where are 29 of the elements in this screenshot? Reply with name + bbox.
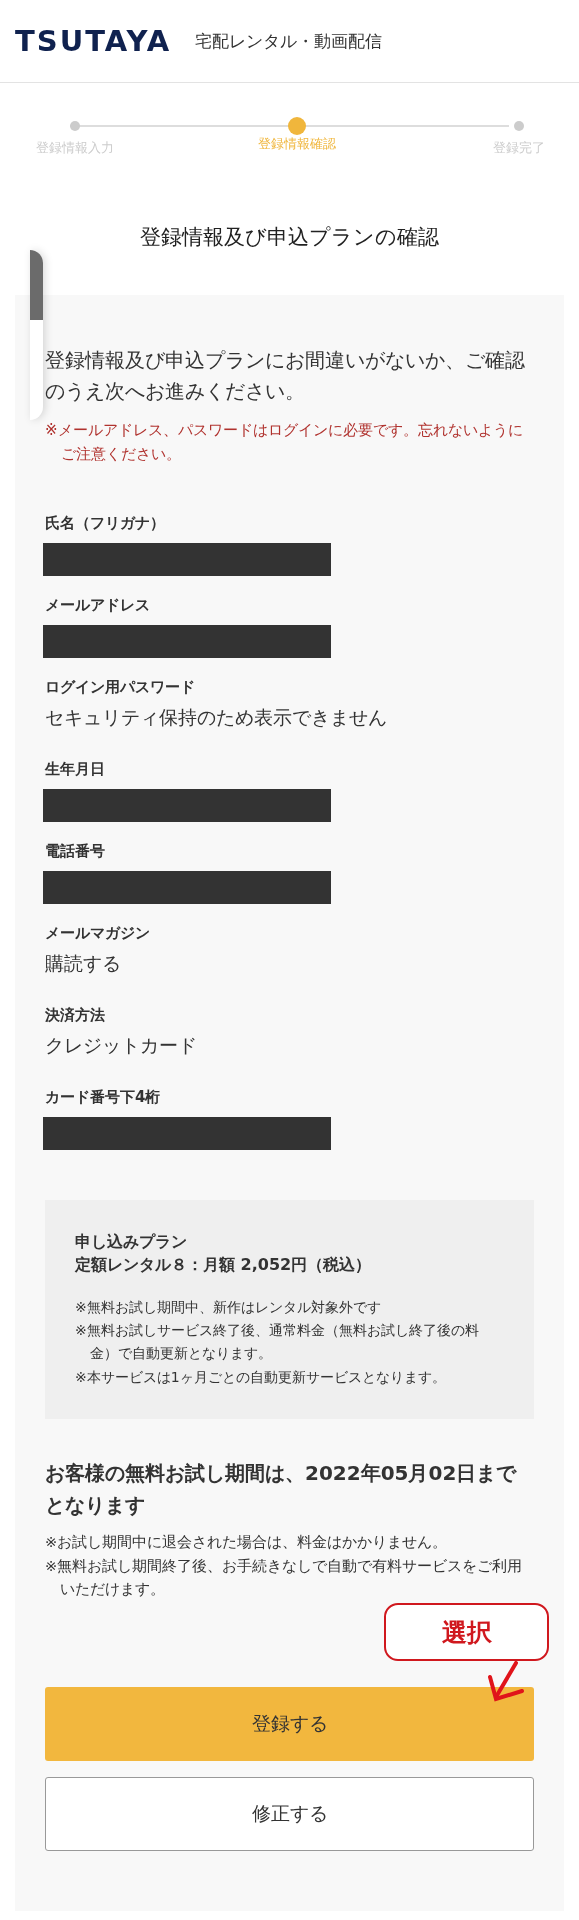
logo[interactable]: TSUTAYA: [15, 24, 172, 58]
trial-note: ※お試し期間中に退会された場合は、料金はかかりません。: [45, 1532, 449, 1552]
field-value: 購読する: [45, 951, 121, 974]
step-label: 登録情報確認: [258, 135, 336, 153]
page-title: 登録情報及び申込プランの確認: [139, 224, 440, 251]
field-value: セキュリティ保持のため表示できません: [45, 705, 387, 728]
plan-note: ※無料お試しサービス終了後、通常料金（無料お試し終了後の料金）で自動更新となります。: [75, 1321, 480, 1364]
register-button[interactable]: 登録する: [45, 1687, 534, 1762]
field-value: クレジットカード: [45, 1033, 197, 1056]
field-label: カード番号下4桁: [45, 1087, 162, 1107]
plan-note: ※本サービスは1ヶ月ごとの自動更新サービスとなります。: [75, 1367, 447, 1387]
site-subtitle: 宅配レンタル・動画配信: [195, 29, 383, 53]
plan-note: ※無料お試し期間中、新作はレンタル対象外です: [75, 1298, 382, 1318]
annotation-callout: 選択: [384, 1603, 549, 1662]
plan-heading: 申し込みプラン: [75, 1230, 188, 1253]
field-label: ログイン用パスワード: [45, 677, 196, 697]
side-panel-handle[interactable]: [30, 250, 43, 420]
field-label: 氏名（フリガナ）: [45, 513, 166, 533]
field-label: 電話番号: [45, 841, 106, 861]
plan-name: 定額レンタル８：月額 2,052円（税込）: [75, 1254, 373, 1277]
trial-note: ※無料お試し期間終了後、お手続きなしで自動で有料サービスをご利用いただけます。: [45, 1556, 524, 1600]
field-label: メールアドレス: [45, 595, 151, 615]
warning-text: ※メールアドレス、パスワードはログインに必要です。忘れないようにご注意ください。: [45, 420, 524, 465]
intro-text: 登録情報及び申込プランにお間違いがないか、ご確認のうえ次へお進みください。: [45, 348, 526, 406]
edit-button[interactable]: 修正する: [45, 1777, 534, 1852]
field-label: メールマガジン: [45, 923, 151, 943]
trial-period-text: お客様の無料お試し期間は、2022年05月02日までとなります: [45, 1459, 518, 1519]
field-label: 決済方法: [45, 1005, 106, 1025]
field-label: 生年月日: [45, 759, 106, 779]
